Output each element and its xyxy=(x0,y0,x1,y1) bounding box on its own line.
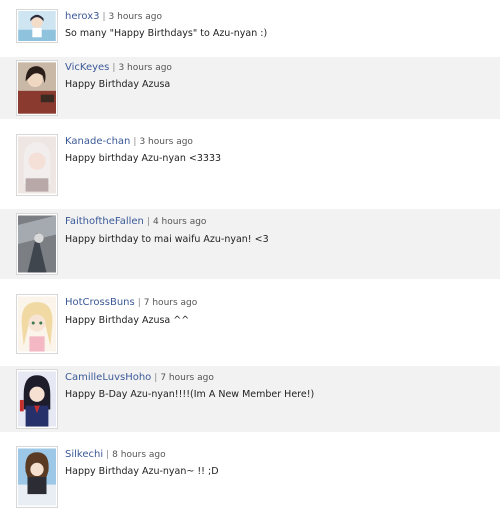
separator: | xyxy=(146,217,150,227)
comment-meta: Silkechi | 8 hours ago xyxy=(65,449,166,460)
avatar[interactable] xyxy=(16,134,58,196)
comment-meta: Kanade-chan | 3 hours ago xyxy=(65,136,193,147)
separator: | xyxy=(154,373,158,383)
comment-meta: VicKeyes | 3 hours ago xyxy=(65,62,172,73)
avatar[interactable] xyxy=(16,60,58,116)
avatar-image xyxy=(18,296,56,352)
avatar-image xyxy=(18,11,56,41)
comment-item: Silkechi | 8 hours ago Happy Birthday Azu-… xyxy=(0,440,500,515)
username-link[interactable]: Silkechi xyxy=(65,449,103,460)
separator: | xyxy=(137,298,141,308)
comment-text: Happy B-Day Azu-nyan!!!!(Im A New Member… xyxy=(65,389,315,400)
separator: | xyxy=(102,12,106,22)
comment-text: Happy birthday Azu-nyan <3333 xyxy=(65,153,222,164)
username-link[interactable]: CamilleLuvsHoho xyxy=(65,372,151,383)
separator: | xyxy=(106,450,110,460)
timestamp: 7 hours ago xyxy=(143,298,198,308)
timestamp: 8 hours ago xyxy=(112,450,166,460)
comment-item: herox3 | 3 hours ago So many "Happy Birthd… xyxy=(0,0,500,50)
comment-text: Happy Birthday Azusa ^^ xyxy=(65,315,190,326)
comment-meta: herox3 | 3 hours ago xyxy=(65,11,162,22)
comment-item: VicKeyes | 3 hours ago Happy Birthday Azus… xyxy=(0,57,500,119)
username-link[interactable]: HotCrossBuns xyxy=(65,297,135,308)
avatar-image xyxy=(18,62,56,114)
avatar[interactable] xyxy=(16,294,58,354)
comment-item: FaithoftheFallen | 4 hours ago Happy birth… xyxy=(0,209,500,279)
avatar[interactable] xyxy=(16,213,58,275)
separator: | xyxy=(112,63,116,73)
comment-item: Kanade-chan | 3 hours ago Happy birthday A… xyxy=(0,130,500,200)
avatar[interactable] xyxy=(16,9,58,43)
timestamp: 3 hours ago xyxy=(118,63,172,73)
avatar-image xyxy=(18,371,56,427)
avatar[interactable] xyxy=(16,446,58,508)
comment-meta: FaithoftheFallen | 4 hours ago xyxy=(65,216,206,227)
timestamp: 3 hours ago xyxy=(139,137,193,147)
comment-item: HotCrossBuns | 7 hours ago Happy Birthday … xyxy=(0,289,500,357)
username-link[interactable]: Kanade-chan xyxy=(65,136,130,147)
comment-meta: CamilleLuvsHoho | 7 hours ago xyxy=(65,372,214,383)
comment-text: So many "Happy Birthdays" to Azu-nyan :) xyxy=(65,28,268,39)
comment-text: Happy Birthday Azusa xyxy=(65,79,171,90)
username-link[interactable]: herox3 xyxy=(65,11,99,22)
separator: | xyxy=(133,137,137,147)
timestamp: 3 hours ago xyxy=(108,12,163,22)
comment-meta: HotCrossBuns | 7 hours ago xyxy=(65,297,197,308)
username-link[interactable]: VicKeyes xyxy=(65,62,109,73)
timestamp: 4 hours ago xyxy=(152,217,207,227)
comment-text: Happy birthday to mai waifu Azu-nyan! <3 xyxy=(65,234,269,245)
avatar-image xyxy=(18,448,56,506)
avatar-image xyxy=(18,136,56,194)
username-link[interactable]: FaithoftheFallen xyxy=(65,216,144,227)
comment-text: Happy Birthday Azu-nyan~ !! ;D xyxy=(65,466,219,477)
avatar[interactable] xyxy=(16,369,58,429)
avatar-image xyxy=(18,215,56,273)
comment-item: CamilleLuvsHoho | 7 hours ago Happy B-Day … xyxy=(0,366,500,432)
timestamp: 7 hours ago xyxy=(160,373,214,383)
